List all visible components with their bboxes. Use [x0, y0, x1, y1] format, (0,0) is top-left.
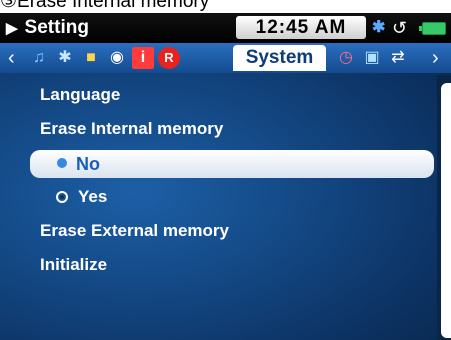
bluetooth-icon: ✱ — [372, 19, 386, 36]
option-no-selected[interactable]: No — [30, 150, 434, 178]
device-screen: ▶ Setting 12:45 AM ✱ ↺ ‹ ♫ ✱ ■ ◉ i R ◷ ▣ ⇄ System… — [0, 13, 451, 340]
scrollbar-thumb[interactable] — [441, 83, 451, 338]
selected-radio-icon — [57, 158, 67, 168]
screen-title-text: Setting — [24, 17, 89, 38]
battery-icon — [419, 22, 446, 35]
tab-next-arrow-icon[interactable]: › — [432, 46, 439, 70]
sync-icon[interactable]: ⇄ — [387, 47, 409, 69]
radio-icon — [56, 190, 68, 203]
bluetooth-tab-icon[interactable]: ✱ — [54, 47, 76, 69]
menu-item-erase-internal[interactable]: Erase Internal memory — [40, 116, 223, 142]
caption-title: ③Erase Internal memory — [0, 0, 451, 13]
status-bar: ▶ Setting 12:45 AM ✱ ↺ — [0, 13, 451, 43]
repeat-icon: ↺ — [392, 18, 408, 38]
screen-title: ▶ Setting — [6, 16, 89, 41]
tab-bar: ‹ ♫ ✱ ■ ◉ i R ◷ ▣ ⇄ System › — [0, 43, 451, 73]
option-yes[interactable]: Yes — [56, 184, 107, 210]
disc-icon[interactable]: ◉ — [106, 47, 128, 69]
option-no-label: No — [76, 154, 100, 174]
play-icon: ▶ — [6, 20, 18, 37]
music-icon[interactable]: ♫ — [28, 47, 50, 69]
photo-icon[interactable]: ■ — [80, 47, 102, 69]
tab-system[interactable]: System — [233, 45, 326, 71]
clock-icon[interactable]: ◷ — [335, 47, 357, 69]
menu-item-initialize[interactable]: Initialize — [40, 252, 107, 278]
info-icon[interactable]: i — [132, 47, 154, 69]
clock-display: 12:45 AM — [236, 16, 366, 39]
menu-item-erase-external[interactable]: Erase External memory — [40, 218, 229, 244]
display-icon[interactable]: ▣ — [361, 47, 383, 69]
record-icon[interactable]: R — [158, 47, 180, 69]
menu-item-language[interactable]: Language — [40, 82, 120, 108]
tab-prev-arrow-icon[interactable]: ‹ — [8, 46, 15, 70]
option-yes-label: Yes — [78, 187, 108, 206]
